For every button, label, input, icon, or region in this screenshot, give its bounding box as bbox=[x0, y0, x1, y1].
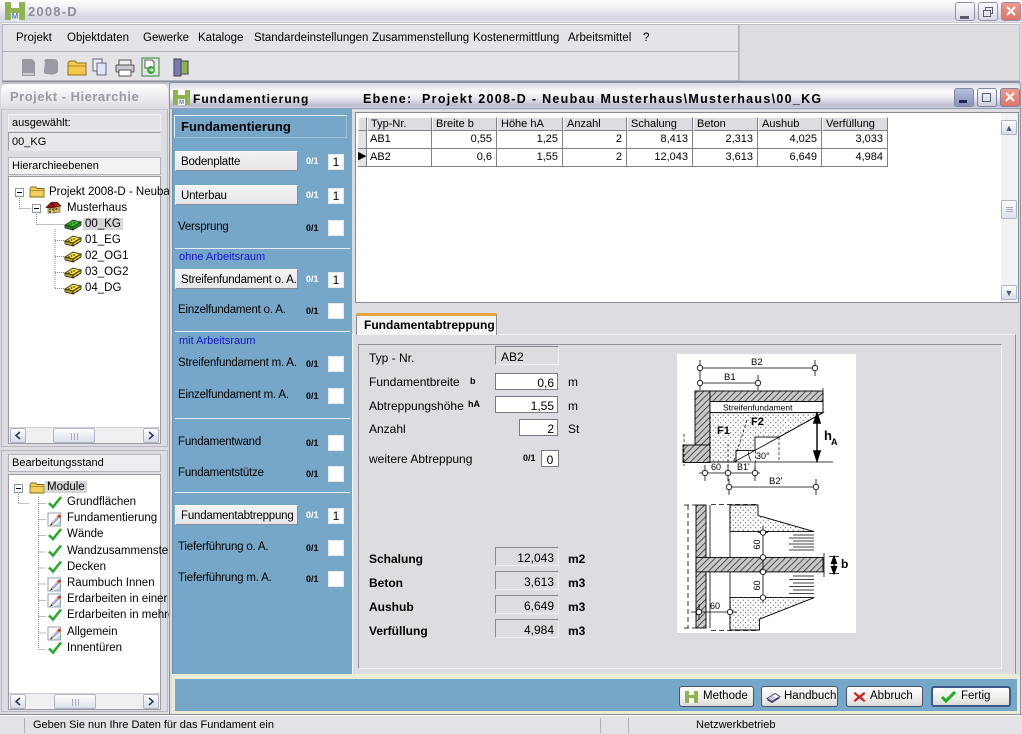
svg-text:60: 60 bbox=[711, 462, 721, 472]
svg-text:B1': B1' bbox=[737, 462, 750, 472]
svg-text:M: M bbox=[179, 100, 184, 105]
svg-text:F2: F2 bbox=[751, 416, 764, 428]
svg-text:B2': B2' bbox=[769, 476, 783, 487]
svg-text:B1: B1 bbox=[724, 372, 736, 383]
svg-text:60: 60 bbox=[752, 580, 762, 590]
svg-text:60: 60 bbox=[752, 539, 762, 549]
svg-text:F1: F1 bbox=[717, 425, 730, 437]
svg-text:M: M bbox=[12, 12, 19, 20]
svg-text:60: 60 bbox=[710, 601, 720, 611]
svg-text:b: b bbox=[841, 557, 848, 571]
svg-text:30°: 30° bbox=[756, 451, 770, 461]
svg-text:B2: B2 bbox=[751, 357, 763, 368]
svg-text:A: A bbox=[831, 437, 838, 447]
svg-text:Streifenfundament: Streifenfundament bbox=[723, 403, 793, 413]
